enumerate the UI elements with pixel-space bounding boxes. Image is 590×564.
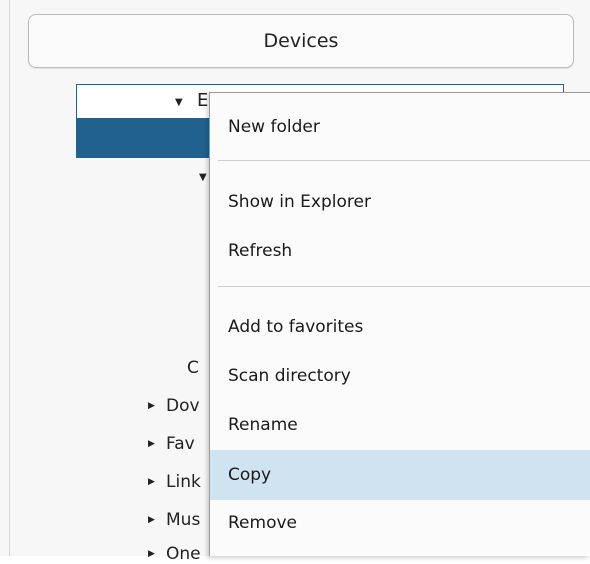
menu-item-label: Remove <box>228 513 297 533</box>
tree-root-label: E <box>197 90 209 111</box>
context-menu: New folder Show in Explorer Refresh Add … <box>209 92 590 556</box>
menu-item-label: Copy <box>228 465 272 485</box>
panel-divider <box>9 0 10 556</box>
menu-separator <box>218 160 590 161</box>
menu-separator <box>218 286 590 287</box>
collapsed-arrow-icon[interactable]: ▶ <box>148 477 156 487</box>
tree-item-label: Fav <box>166 434 195 454</box>
menu-item-scan-directory[interactable]: Scan directory <box>210 354 590 398</box>
collapsed-arrow-icon[interactable]: ▶ <box>148 549 156 559</box>
menu-item-label: Scan directory <box>228 366 351 386</box>
menu-item-label: Rename <box>228 415 298 435</box>
menu-item-label: Refresh <box>228 241 293 261</box>
menu-item-label: Add to favorites <box>228 317 364 337</box>
menu-item-label: New folder <box>228 117 320 137</box>
menu-item-refresh[interactable]: Refresh <box>210 229 590 273</box>
menu-item-copy[interactable]: Copy <box>210 450 590 500</box>
collapsed-arrow-icon[interactable]: ▶ <box>148 439 156 449</box>
tree-item[interactable]: ▶ One <box>148 544 201 564</box>
expand-arrow-icon[interactable]: ▼ <box>175 97 183 108</box>
expand-arrow-icon[interactable]: ▼ <box>199 172 207 183</box>
tree-item[interactable]: ▶ Link <box>148 472 201 492</box>
devices-title: Devices <box>263 30 339 52</box>
collapsed-arrow-icon[interactable]: ▶ <box>148 401 156 411</box>
menu-item-show-in-explorer[interactable]: Show in Explorer <box>210 180 590 224</box>
tree-item[interactable]: ▶ Dov <box>148 396 200 416</box>
tree-item-label: C <box>187 358 199 378</box>
tree-item[interactable]: ▶ Mus <box>148 510 200 530</box>
tree-item-label: One <box>166 544 201 564</box>
tree-item-label: Mus <box>166 510 201 530</box>
tree-item-label: Link <box>166 472 201 492</box>
tree-item-label: Dov <box>166 396 200 416</box>
menu-item-new-folder[interactable]: New folder <box>210 105 590 149</box>
menu-item-rename[interactable]: Rename <box>210 403 590 447</box>
menu-item-remove[interactable]: Remove <box>210 501 590 545</box>
menu-item-label: Show in Explorer <box>228 192 371 212</box>
collapsed-arrow-icon[interactable]: ▶ <box>148 515 156 525</box>
devices-header-button[interactable]: Devices <box>28 14 574 68</box>
tree-item[interactable]: ▶ Fav <box>148 434 195 454</box>
menu-item-add-to-favorites[interactable]: Add to favorites <box>210 305 590 349</box>
